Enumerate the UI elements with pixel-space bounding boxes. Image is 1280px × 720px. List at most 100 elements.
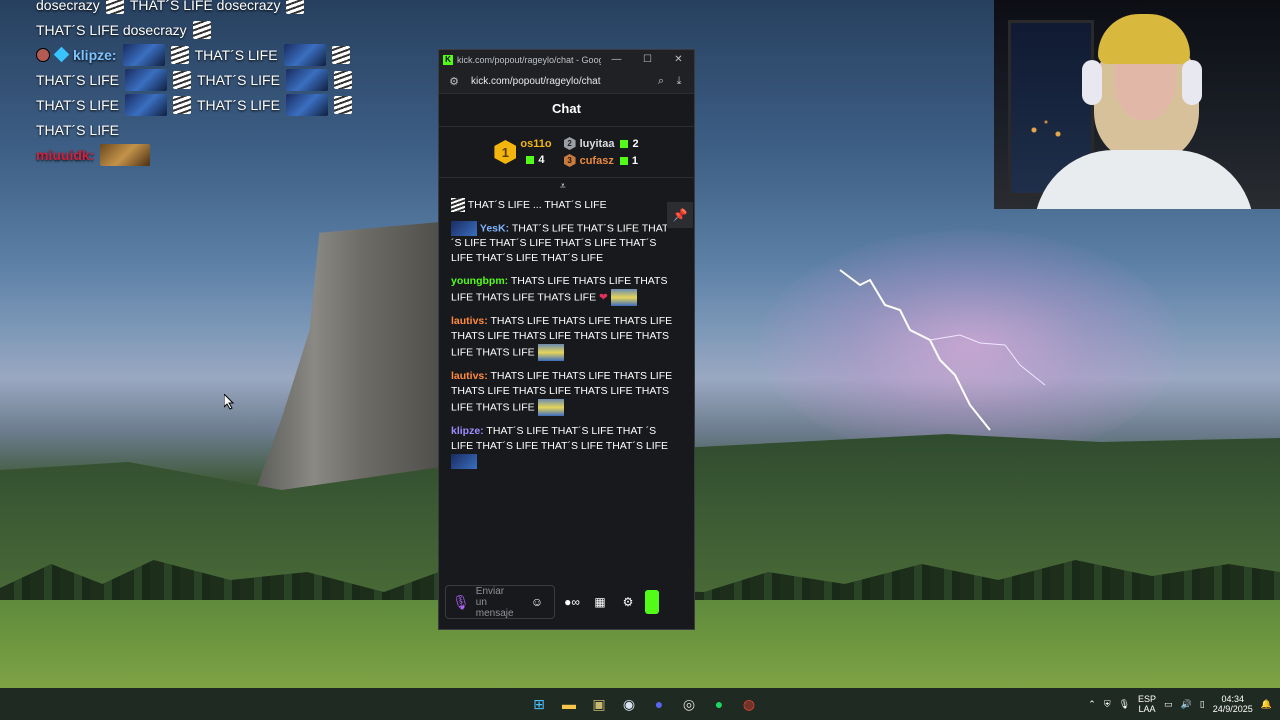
battery-icon[interactable]: ▯	[1200, 699, 1205, 710]
window-title: kick.com/popout/rageylo/chat - Google...	[457, 54, 601, 65]
chat-composer: 🎙 Enviar un mensaje ☺ ●∞ ▦ ⚙	[445, 584, 690, 620]
emote-icon	[610, 289, 637, 307]
volume-icon[interactable]: 🔊	[1181, 699, 1192, 710]
overlay-line: miuuidk:	[36, 142, 366, 167]
settings-icon[interactable]: ⚙	[617, 595, 639, 609]
chat-header: Chat	[439, 94, 694, 127]
emote-icon	[537, 344, 564, 362]
skull-badge-icon	[36, 47, 50, 62]
minecraft-icon[interactable]: ▣	[587, 691, 611, 717]
emote-icon	[172, 95, 191, 114]
microphone-icon[interactable]: 🎙	[1119, 699, 1130, 710]
placeholder-line: mensaje	[475, 607, 514, 619]
overlay-text: THAT´S LIFE	[36, 96, 119, 113]
emote-icon	[451, 454, 477, 470]
gift-icon	[619, 156, 628, 165]
chat-message: lautivs: THATS LIFE THATS LIFE THATS LIF…	[451, 369, 673, 417]
overlay-text: THAT´S LIFE	[196, 96, 280, 113]
overlay-text: THAT´S LIFE	[194, 46, 278, 63]
github-icon[interactable]: ◎	[677, 691, 701, 717]
emote-icon	[283, 43, 326, 66]
emoji-icon[interactable]: ☺	[526, 595, 548, 609]
pin-icon[interactable]: 📌	[667, 202, 693, 228]
chat-username[interactable]: lautivs:	[451, 370, 488, 382]
kick-logo-icon: K	[443, 54, 453, 65]
gift-count: 1	[631, 154, 638, 167]
points-icon[interactable]: ●∞	[561, 595, 583, 609]
start-icon[interactable]: ⊞	[527, 691, 551, 717]
defender-icon[interactable]: ⛨	[1104, 699, 1111, 710]
gifter-third[interactable]: 3 cufasz 1	[563, 154, 639, 167]
emote-icon	[122, 43, 165, 66]
file-explorer-icon[interactable]: ▬	[557, 691, 581, 717]
window-titlebar[interactable]: K kick.com/popout/rageylo/chat - Google.…	[439, 50, 694, 69]
emote-icon	[192, 20, 211, 39]
chat-messages[interactable]: THAT´S LIFE ... THAT´S LIFE YesK: THAT´S…	[451, 198, 673, 478]
chrome-icon[interactable]: ◍	[737, 691, 761, 717]
download-icon[interactable]: ⤓	[670, 75, 688, 88]
notification-bell-icon[interactable]: 🔔	[1261, 699, 1272, 710]
emote-icon	[124, 68, 167, 91]
chat-message: lautivs: THATS LIFE THATS LIFE THATS LIF…	[451, 314, 673, 362]
send-button[interactable]	[645, 590, 659, 614]
emote-icon	[333, 95, 352, 114]
gifter-second[interactable]: 2 luyitaa 2	[563, 137, 639, 150]
store-icon[interactable]: ▦	[589, 595, 611, 609]
clock-date: 24/9/2025	[1212, 704, 1253, 714]
chat-message: klipze: THAT´S LIFE THAT´S LIFE THAT ´S …	[451, 424, 673, 470]
minimize-button[interactable]: —	[601, 54, 632, 65]
zoom-icon[interactable]: ⌕	[652, 75, 670, 88]
input-language[interactable]: ESP LAA	[1138, 694, 1156, 714]
collapse-chevron-icon[interactable]: ⩡	[560, 181, 566, 192]
site-settings-icon[interactable]: ⚙	[445, 75, 463, 88]
chevron-up-icon[interactable]: ⌃	[1088, 699, 1096, 710]
system-tray: ⌃ ⛨ 🎙 ESP LAA ▭ 🔊 ▯ 04:34 24/9/2025 🔔	[1088, 688, 1272, 720]
gifter-name: luyitaa	[579, 137, 615, 150]
taskbar: ⊞ ▬ ▣ ◉ ● ◎ ● ◍ ⌃ ⛨ 🎙 ESP LAA ▭ 🔊 ▯ 04:3…	[0, 688, 1280, 720]
emote-icon	[285, 68, 328, 91]
steam-icon[interactable]: ◉	[617, 691, 641, 717]
chat-username[interactable]: youngbpm:	[451, 275, 508, 287]
overlay-line: THAT´S LIFE THAT´S LIFE	[36, 67, 366, 92]
emote-icon	[331, 45, 350, 64]
gifter-name: cufasz	[579, 154, 614, 167]
message-input[interactable]: 🎙 Enviar un mensaje ☺	[445, 585, 555, 619]
maximize-button[interactable]: ☐	[632, 54, 663, 65]
close-button[interactable]: ✕	[663, 54, 694, 65]
emote-icon	[286, 0, 305, 14]
rock-tower	[255, 222, 450, 492]
spotify-icon[interactable]: ●	[707, 691, 731, 717]
emote-icon	[170, 45, 189, 64]
overlay-text: THAT´S LIFE	[36, 121, 119, 138]
overlay-line: klipze: THAT´S LIFE	[36, 42, 366, 67]
chat-username[interactable]: YesK:	[480, 222, 509, 234]
chat-message: youngbpm: THATS LIFE THATS LIFE THATS LI…	[451, 274, 673, 307]
chat-username[interactable]: lautivs:	[451, 315, 488, 327]
address-bar[interactable]: ⚙ kick.com/popout/rageylo/chat ⌕ ⤓	[439, 69, 694, 94]
chat-message: THAT´S LIFE ... THAT´S LIFE	[451, 198, 673, 213]
url-text[interactable]: kick.com/popout/rageylo/chat	[471, 76, 652, 87]
clock[interactable]: 04:34 24/9/2025	[1213, 694, 1253, 714]
gift-count: 4	[538, 154, 545, 166]
overlay-text: THAT´S LIFE	[36, 71, 119, 88]
layout-code: LAA	[1138, 704, 1156, 714]
discord-icon[interactable]: ●	[647, 691, 671, 717]
network-icon[interactable]: ▭	[1164, 699, 1173, 710]
top-gifters: 1 os11o 4 2 luyitaa 2 3 cufasz 1	[439, 127, 694, 178]
language-code: ESP	[1138, 694, 1157, 704]
rank-gold-icon: 1	[494, 140, 517, 164]
microphone-icon[interactable]: 🎙	[452, 594, 470, 611]
emote-icon	[172, 70, 191, 89]
gift-count: 2	[632, 137, 639, 150]
chat-username[interactable]: klipze:	[451, 425, 484, 437]
overlay-username: miuuidk:	[36, 146, 95, 163]
overlay-username: klipze:	[73, 46, 117, 63]
overlay-text: THAT´S LIFE	[196, 71, 280, 88]
gifter-first[interactable]: 1 os11o 4	[494, 138, 552, 166]
chat-popup-window[interactable]: K kick.com/popout/rageylo/chat - Google.…	[438, 49, 695, 630]
rank-bronze-icon: 3	[563, 154, 576, 167]
message-text: THAT´S LIFE THAT´S LIFE THAT ´S LIFE THA…	[451, 425, 669, 453]
placeholder-line: un	[475, 596, 487, 608]
emote-icon	[537, 399, 564, 417]
diamond-badge-icon	[53, 46, 70, 63]
